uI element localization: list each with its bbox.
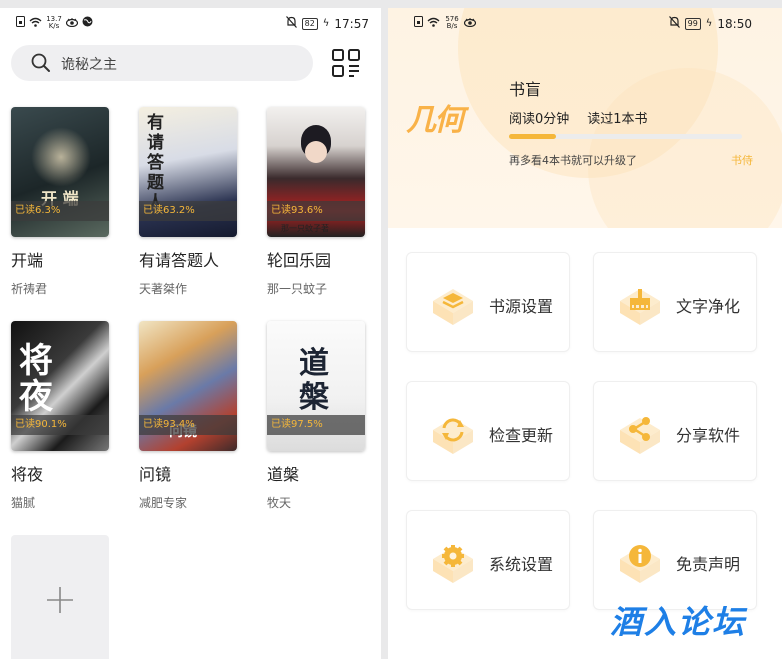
reading-stats: 阅读0分钟 读过1本书 [509, 108, 648, 127]
eye-icon [463, 17, 477, 30]
refresh-icon [429, 410, 477, 458]
books-read: 读过1本书 [587, 112, 648, 127]
book-cover: 道槃 已读97.5% [267, 321, 365, 451]
book-title: 道槃 [267, 465, 300, 484]
book-author: 那一只蚊子 [267, 282, 328, 296]
sim-icon [414, 16, 423, 30]
charging-icon: ϟ [322, 18, 330, 29]
book-title: 开端 [11, 251, 44, 270]
read-progress: 已读63.2% [139, 201, 237, 221]
charging-icon: ϟ [705, 18, 713, 29]
status-bar: 576 B/s 99 ϟ 18:50 [388, 8, 782, 38]
read-progress: 已读93.6% [267, 201, 365, 221]
book-item[interactable]: 问镜 已读93.4% 问镜 减肥专家 [139, 321, 237, 511]
menu-system-settings[interactable]: 系统设置 [406, 510, 570, 610]
clock: 17:57 [334, 16, 369, 31]
menu-label: 检查更新 [489, 426, 554, 445]
plus-icon [45, 585, 75, 619]
status-bar: 13.7 K/s 82 ϟ 17:57 [0, 8, 381, 38]
app-logo: 几何 [406, 103, 464, 138]
book-author: 牧天 [267, 496, 292, 510]
book-cover: 问镜 已读93.4% [139, 321, 237, 451]
book-cover: 有请答题人 已读63.2% [139, 107, 237, 237]
info-icon [616, 539, 664, 587]
menu-label: 文字净化 [676, 297, 741, 316]
gear-icon [429, 539, 477, 587]
eye-icon [65, 17, 79, 30]
wifi-icon [29, 17, 42, 30]
menu-label: 免责声明 [676, 555, 741, 574]
menu-share-app[interactable]: 分享软件 [593, 381, 757, 481]
rank-label: 书侍 [731, 154, 753, 167]
book-item[interactable]: 将夜 已读90.1% 将夜 猫腻 [11, 321, 109, 511]
bookshelf-screen: 13.7 K/s 82 ϟ 17:57 诡秘之主 开 端 已读6.3% 开端 祈祷… [0, 8, 381, 659]
net-speed: 13.7 K/s [46, 15, 62, 30]
broom-icon [616, 281, 664, 329]
book-author: 祈祷君 [11, 282, 48, 296]
book-author: 猫腻 [11, 496, 36, 510]
menu-label: 系统设置 [489, 555, 554, 574]
book-title: 有请答题人 [139, 251, 220, 270]
book-cover: 那一只蚊子著 已读93.6% [267, 107, 365, 237]
book-item[interactable]: 道槃 已读97.5% 道槃 牧天 [267, 321, 365, 511]
read-time: 阅读0分钟 [509, 112, 570, 127]
menu-label: 分享软件 [676, 426, 741, 445]
search-icon [31, 53, 51, 77]
menu-book-source[interactable]: 书源设置 [406, 252, 570, 352]
search-bar[interactable]: 诡秘之主 [11, 45, 313, 81]
qr-scan-icon[interactable] [332, 49, 360, 81]
book-cover: 将夜 已读90.1% [11, 321, 109, 451]
net-speed: 576 B/s [445, 15, 459, 30]
menu-disclaimer[interactable]: 免责声明 [593, 510, 757, 610]
battery-level: 99 [684, 17, 701, 30]
level-progress-bar [509, 134, 742, 139]
menu-text-purify[interactable]: 文字净化 [593, 252, 757, 352]
user-name: 书盲 [509, 80, 542, 99]
book-item[interactable]: 那一只蚊子著 已读93.6% 轮回乐园 那一只蚊子 [267, 107, 365, 297]
share-icon [616, 410, 664, 458]
read-progress: 已读90.1% [11, 415, 109, 435]
add-book-button[interactable] [11, 535, 109, 659]
layers-icon [429, 281, 477, 329]
read-progress: 已读93.4% [139, 415, 237, 435]
upgrade-tip: 再多看4本书就可以升级了 [509, 154, 637, 167]
book-author: 减肥专家 [139, 496, 188, 510]
book-title: 将夜 [11, 465, 44, 484]
profile-header: 几何 书盲 阅读0分钟 读过1本书 再多看4本书就可以升级了 书侍 [388, 8, 782, 228]
read-progress: 已读97.5% [267, 415, 365, 435]
mute-bell-icon [285, 16, 297, 31]
clock: 18:50 [717, 16, 752, 31]
profile-screen: 几何 书盲 阅读0分钟 读过1本书 再多看4本书就可以升级了 书侍 576 B/s… [388, 8, 782, 659]
book-author: 天著桀作 [139, 282, 188, 296]
level-progress-fill [509, 134, 556, 139]
mute-bell-icon [668, 16, 680, 31]
search-query: 诡秘之主 [61, 57, 117, 73]
book-title: 问镜 [139, 465, 172, 484]
read-progress: 已读6.3% [11, 201, 109, 221]
wifi-icon [427, 17, 440, 30]
menu-label: 书源设置 [489, 297, 554, 316]
book-cover: 开 端 已读6.3% [11, 107, 109, 237]
book-item[interactable]: 开 端 已读6.3% 开端 祈祷君 [11, 107, 109, 297]
globe-icon [82, 16, 93, 30]
book-title: 轮回乐园 [267, 251, 332, 270]
forum-watermark: 酒入论坛 [610, 603, 747, 641]
battery-level: 82 [301, 17, 318, 30]
book-item[interactable]: 有请答题人 已读63.2% 有请答题人 天著桀作 [139, 107, 237, 297]
sim-icon [16, 16, 25, 30]
menu-check-update[interactable]: 检查更新 [406, 381, 570, 481]
